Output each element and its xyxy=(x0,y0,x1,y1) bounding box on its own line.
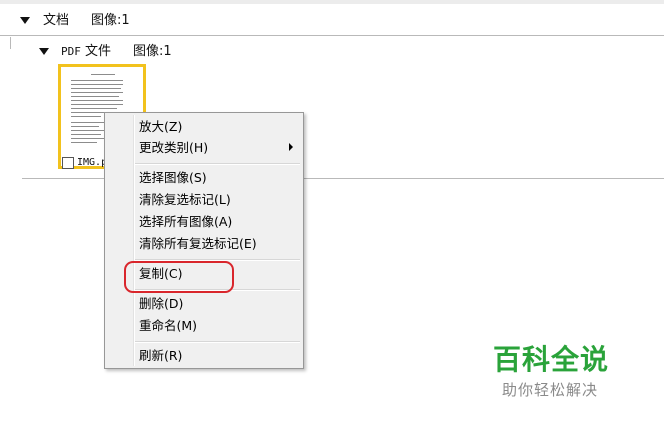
subgroup-label-pdf: PDF xyxy=(61,45,81,58)
submenu-arrow-icon xyxy=(289,143,293,151)
menu-item-clear-all-checks[interactable]: 清除所有复选标记(E) xyxy=(139,236,257,252)
thumbnail-checkbox[interactable] xyxy=(62,157,74,169)
thumbnail-filename: IMG.p xyxy=(77,157,108,168)
menu-item-delete[interactable]: 删除(D) xyxy=(139,296,183,312)
menu-item-select-image[interactable]: 选择图像(S) xyxy=(139,170,207,186)
menu-item-change-category[interactable]: 更改类别(H) xyxy=(139,140,208,156)
menu-separator xyxy=(135,163,300,165)
group-image-count: 图像:1 xyxy=(91,13,130,28)
menu-icon-gutter xyxy=(133,115,135,366)
menu-item-zoom[interactable]: 放大(Z) xyxy=(139,119,182,135)
subgroup-label-file: 文件 xyxy=(85,44,112,59)
group-label-documents: 文档 xyxy=(43,13,70,28)
group-divider xyxy=(0,35,664,36)
context-menu: 放大(Z) 更改类别(H) 选择图像(S) 清除复选标记(L) 选择所有图像(A… xyxy=(104,112,304,369)
top-edge xyxy=(0,0,664,4)
subgroup-image-count: 图像:1 xyxy=(133,44,172,59)
menu-item-select-all-images[interactable]: 选择所有图像(A) xyxy=(139,214,232,230)
menu-item-clear-check[interactable]: 清除复选标记(L) xyxy=(139,192,231,208)
menu-item-rename[interactable]: 重命名(M) xyxy=(139,318,197,334)
watermark-title: 百科全说 xyxy=(493,343,610,376)
tree-line xyxy=(10,37,11,49)
highlight-annotation-ring xyxy=(124,261,234,293)
menu-separator xyxy=(135,341,300,343)
collapse-triangle-icon[interactable] xyxy=(39,48,49,55)
menu-item-refresh[interactable]: 刷新(R) xyxy=(139,348,182,364)
watermark-subtitle: 助你轻松解决 xyxy=(502,381,599,399)
collapse-triangle-icon[interactable] xyxy=(20,17,30,24)
